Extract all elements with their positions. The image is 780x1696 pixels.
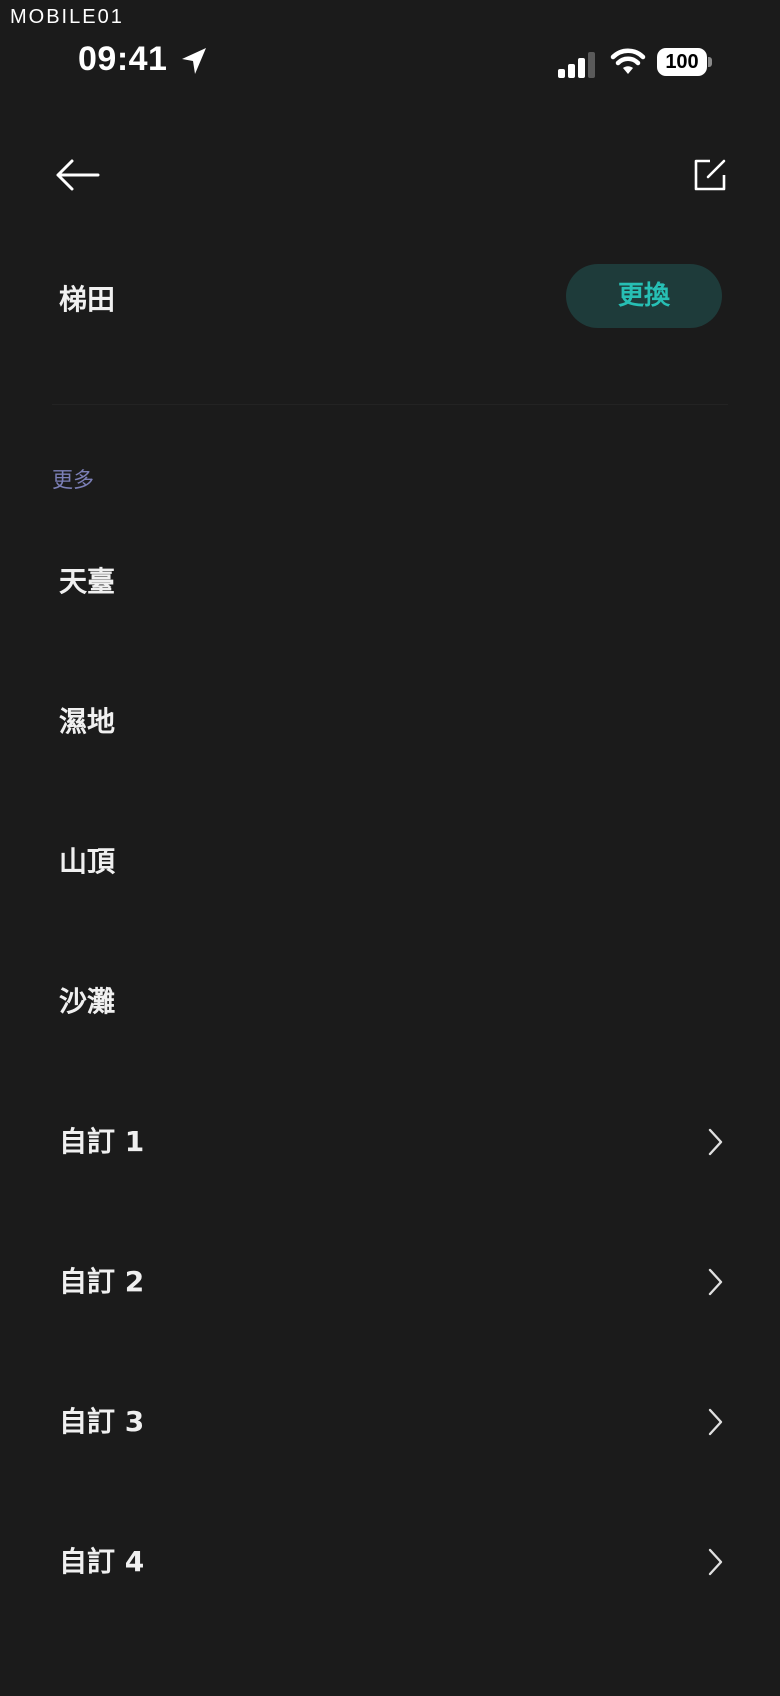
wifi-icon	[610, 48, 646, 74]
cellular-signal-icon	[558, 52, 595, 78]
list-item-label: 自訂 4	[59, 1545, 145, 1578]
current-scene-row: 梯田 更換	[0, 250, 780, 340]
list-item-custom-2[interactable]: 自訂 2	[0, 1210, 780, 1350]
edit-square-icon[interactable]	[690, 155, 730, 195]
list-item-label: 自訂 3	[59, 1405, 145, 1438]
list-item-custom-1[interactable]: 自訂 1	[0, 1070, 780, 1210]
chevron-right-icon	[708, 1548, 723, 1576]
list-item-custom-3[interactable]: 自訂 3	[0, 1350, 780, 1490]
chevron-right-icon	[708, 1268, 723, 1296]
list-item-tiantai[interactable]: 天臺	[0, 510, 780, 650]
battery-cap	[708, 57, 712, 67]
status-bar: 09:41 100	[0, 0, 780, 120]
list-item-shatan[interactable]: 沙灘	[0, 930, 780, 1070]
list-item-label: 山頂	[59, 845, 116, 878]
list-item-shidi[interactable]: 濕地	[0, 650, 780, 790]
location-arrow-icon	[182, 48, 206, 74]
section-title: 更多	[52, 468, 94, 492]
change-button[interactable]: 更換	[566, 264, 722, 328]
battery-level: 100	[665, 51, 699, 73]
current-scene-label: 梯田	[59, 283, 116, 316]
list-item-label: 濕地	[59, 705, 116, 738]
divider	[52, 404, 728, 405]
chevron-right-icon	[708, 1128, 723, 1156]
chevron-right-icon	[708, 1408, 723, 1436]
arrow-left-icon[interactable]	[52, 150, 102, 200]
list-item-custom-4[interactable]: 自訂 4	[0, 1490, 780, 1630]
battery-icon: 100	[657, 48, 712, 76]
list-item-label: 沙灘	[59, 985, 116, 1018]
scene-list: 天臺 濕地 山頂 沙灘 自訂 1 自訂 2 自訂 3 自訂 4	[0, 510, 780, 1630]
list-item-label: 天臺	[59, 565, 116, 598]
list-item-label: 自訂 2	[59, 1265, 145, 1298]
status-time: 09:41	[78, 40, 168, 78]
list-item-label: 自訂 1	[59, 1125, 145, 1158]
list-item-shanding[interactable]: 山頂	[0, 790, 780, 930]
